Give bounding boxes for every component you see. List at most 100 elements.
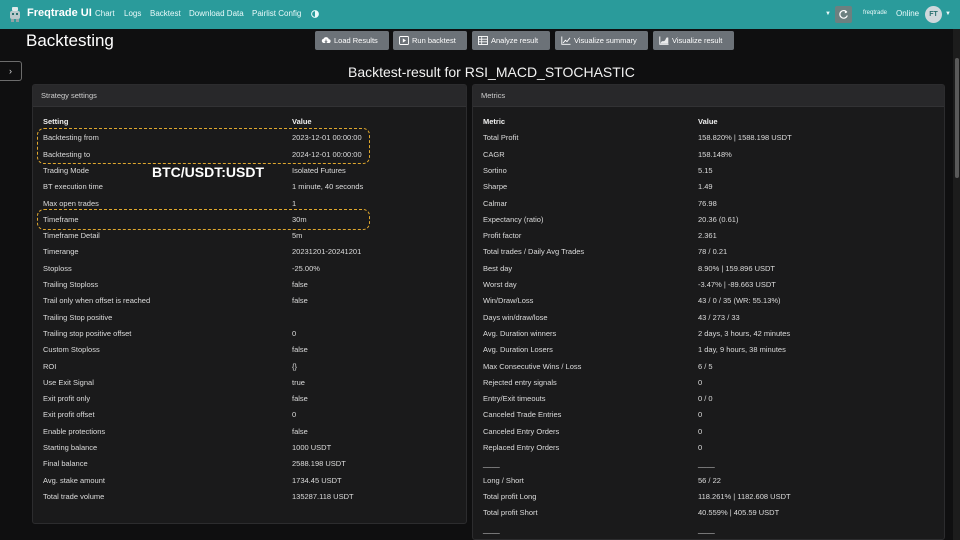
chevron-right-icon: › [9,66,12,76]
metric-row: Entry/Exit timeouts 0 / 0 [483,391,938,407]
load-results-label: Load Results [334,36,378,45]
chevron-down-icon[interactable]: ▼ [825,11,831,17]
nav-link-chart[interactable]: Chart [95,9,115,18]
nav-link-pairlist-config[interactable]: Pairlist Config [252,9,301,18]
top-navbar: Freqtrade UI Chart Logs Backtest Downloa… [0,0,960,29]
metric-row-key: Win/Draw/Loss [483,296,534,306]
setting-row-key: Use Exit Signal [43,377,94,387]
metric-row-value: 0 [698,426,703,436]
bot-name[interactable]: freqtrade [863,10,887,16]
nav-link-logs[interactable]: Logs [124,9,141,18]
metric-row-value: 6 / 5 [698,361,713,371]
metric-row: Avg. Duration Losers 1 day, 9 hours, 38 m… [483,342,938,358]
metric-row-value: 0 / 0 [698,394,713,404]
setting-row-key: Avg. stake amount [43,475,105,485]
metric-header-row-value: Value [698,117,718,126]
theme-toggle-icon[interactable] [311,10,319,18]
setting-row: Timeframe Detail 5m [43,228,458,244]
metric-header-row-key: Metric [483,117,506,126]
page-scrollbar-thumb[interactable] [955,58,959,178]
metric-row-key: Canceled Entry Orders [483,426,560,436]
visualize-result-button[interactable]: Visualize result [653,31,734,50]
metric-row: Worst day -3.47% | -89.663 USDT [483,277,938,293]
user-avatar[interactable]: FT [925,6,942,23]
setting-row-key: Enable protections [43,426,106,436]
avatar-chevron-down-icon[interactable]: ▼ [945,11,951,17]
metric-row: Avg. Duration winners 2 days, 3 hours, 42… [483,326,938,342]
metric-row-key: Total trades / Daily Avg Trades [483,247,585,257]
metric-row: Total trades / Daily Avg Trades 78 / 0.21 [483,244,938,260]
setting-row-value: -25.00% [292,263,320,273]
setting-row-value: 0 [292,328,297,338]
run-backtest-label: Run backtest [412,36,456,45]
setting-row: Custom Stoploss false [43,342,458,358]
metric-row-key: Total profit Long [483,491,537,501]
metric-row: CAGR 158.148% [483,147,938,163]
metric-row: Profit factor 2.361 [483,228,938,244]
table-icon [478,36,488,45]
metric-row-value: 158.148% [698,149,732,159]
metric-header-row: Metric Value [483,114,938,130]
metric-row-key: Best day [483,263,513,273]
refresh-button[interactable] [835,6,852,23]
setting-row-key: Trailing Stoploss [43,280,99,289]
metric-row-key: Rejected entry signals [483,377,557,387]
sidebar-toggle-button[interactable]: › [0,61,22,81]
metric-row-key: Entry/Exit timeouts [483,394,546,404]
setting-row-key: Timerange [43,247,79,257]
metric-row-key: Total Profit [483,133,519,143]
setting-row: Trailing Stoploss false [43,277,458,293]
metric-row-key: Worst day [483,280,517,289]
setting-row: Final balance 2588.198 USDT [43,456,458,472]
metric-row-value: 43 / 0 / 35 (WR: 55.13%) [698,296,781,306]
strategy-settings-header: Strategy settings [33,85,466,107]
line-chart-icon [561,36,571,45]
metric-row: Total profit Long 118.261% | 1182.608 USD… [483,489,938,505]
visualize-summary-label: Visualize summary [574,36,637,45]
refresh-icon [839,9,848,19]
highlight-timeframe [37,209,370,230]
setting-row: Timerange 20231201-20241201 [43,244,458,260]
metric-row-value: -3.47% | -89.663 USDT [698,280,776,289]
setting-row-value: {} [292,361,298,371]
metric-row-value: 158.820% | 1588.198 USDT [698,133,792,143]
metric-row-key: Avg. Duration Losers [483,345,553,355]
setting-row-value: 0 [292,410,297,420]
setting-row-key: Final balance [43,459,88,469]
setting-row-key: Exit profit offset [43,410,95,420]
analyze-result-label: Analyze result [491,36,539,45]
metric-row: ____ ____ [483,522,938,538]
metric-row: Long / Short 56 / 22 [483,473,938,489]
setting-row: Avg. stake amount 1734.45 USDT [43,473,458,489]
setting-row-key: Stoploss [43,263,72,273]
setting-row-value: 5m [292,231,303,241]
brand-title[interactable]: Freqtrade UI [27,7,92,19]
nav-link-download-data[interactable]: Download Data [189,9,244,18]
metric-row: Canceled Entry Orders 0 [483,424,938,440]
metric-row-value: 1.49 [698,182,713,192]
highlight-backtesting-range [37,128,370,164]
metric-row-value: 20.36 (0.61) [698,214,739,224]
setting-row: Exit profit offset 0 [43,407,458,423]
play-icon [399,36,409,45]
visualize-result-label: Visualize result [672,36,723,45]
setting-row: Use Exit Signal true [43,375,458,391]
metric-row: Expectancy (ratio) 20.36 (0.61) [483,212,938,228]
run-backtest-button[interactable]: Run backtest [393,31,467,50]
setting-row: Trailing Stop positive [43,310,458,326]
setting-row-value: 1734.45 USDT [292,475,342,485]
metric-row-key: ____ [483,524,500,534]
nav-link-backtest[interactable]: Backtest [150,9,181,18]
setting-row-value: false [292,280,308,289]
setting-row-key: BT execution time [43,182,103,192]
metric-row-value: 0 [698,443,703,452]
metric-row-key: ____ [483,459,500,469]
load-results-button[interactable]: Load Results [315,31,389,50]
visualize-summary-button[interactable]: Visualize summary [555,31,648,50]
metric-row: ____ ____ [483,456,938,472]
metric-row-value: 56 / 22 [698,475,721,485]
metric-row-key: CAGR [483,149,505,159]
analyze-result-button[interactable]: Analyze result [472,31,550,50]
metric-row-value: ____ [698,524,715,534]
freqtrade-logo-icon[interactable] [9,7,21,22]
